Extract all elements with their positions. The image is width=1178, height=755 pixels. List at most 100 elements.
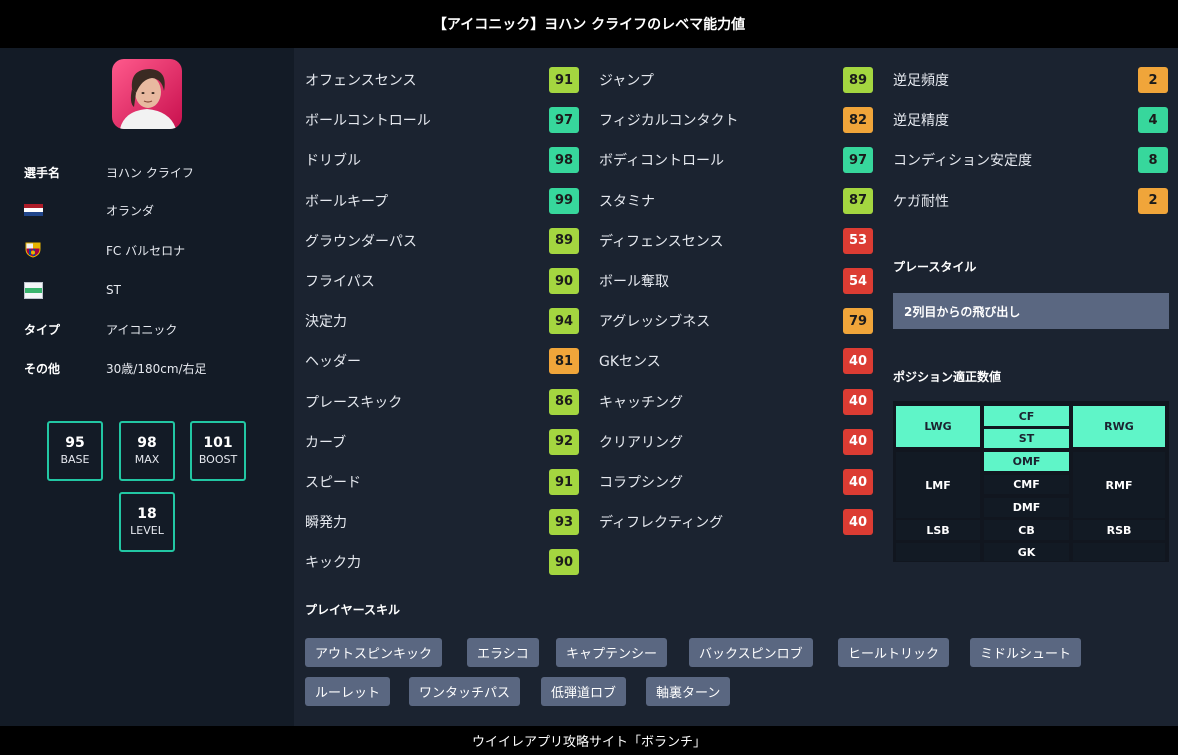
position-cell: GK xyxy=(984,543,1069,561)
player-name: ヨハン クライフ xyxy=(106,165,194,180)
skill-tag: 低弾道ロブ xyxy=(541,677,627,706)
stat-value-badge: 40 xyxy=(843,428,873,455)
stat-row: ボールキープ 99 xyxy=(305,187,579,214)
position-cell: DMF xyxy=(984,498,1069,517)
level-label: LEVEL xyxy=(130,524,164,537)
stat-value-badge: 2 xyxy=(1138,187,1168,214)
max-value: 98 xyxy=(137,435,157,451)
stat-value-badge: 40 xyxy=(843,509,873,536)
stat-value-badge: 4 xyxy=(1138,107,1168,134)
position-cell: RSB xyxy=(1073,520,1165,540)
stat-row: ボディコントロール 97 xyxy=(599,147,873,174)
player-profile-panel: 選手名 ヨハン クライフ オランダ FC バルセロナ ST タイプ アイコニック… xyxy=(0,48,294,726)
stat-row: フライパス 90 xyxy=(305,268,579,294)
stat-row: 逆足精度 4 xyxy=(893,107,1168,134)
stat-name: キャッチング xyxy=(599,394,683,411)
player-name-label: 選手名 xyxy=(24,165,61,180)
player-skills-title: プレイヤースキル xyxy=(305,603,401,617)
stat-value-badge: 40 xyxy=(843,348,873,375)
position-cell: LWG xyxy=(896,406,980,447)
player-avatar xyxy=(112,59,182,129)
stat-row: コンディション安定度 8 xyxy=(893,147,1168,174)
page-header: 【アイコニック】ヨハン クライフのレベマ能力値 xyxy=(0,0,1178,48)
page-title: 【アイコニック】ヨハン クライフのレベマ能力値 xyxy=(432,17,746,33)
stat-name: GKセンス xyxy=(599,354,661,371)
skill-tag: バックスピンロブ xyxy=(689,638,813,667)
base-value: 95 xyxy=(65,435,85,451)
stat-name: フィジカルコンタクト xyxy=(599,113,739,130)
type-label: タイプ xyxy=(24,322,61,337)
stat-value-badge: 89 xyxy=(843,67,873,93)
base-level-box: 95 BASE xyxy=(47,421,103,481)
stat-value-badge: 98 xyxy=(549,147,579,174)
club-row: FC バルセロナ xyxy=(24,240,185,260)
stat-row: キック力 90 xyxy=(305,549,579,576)
stat-name: ディフェンスセンス xyxy=(599,233,724,250)
stat-name: ボディコントロール xyxy=(599,153,725,170)
stat-name: 決定力 xyxy=(305,314,347,331)
stat-row: カーブ 92 xyxy=(305,428,579,455)
level-value: 18 xyxy=(137,506,157,522)
stat-name: カーブ xyxy=(305,434,347,451)
stat-name: 瞬発力 xyxy=(305,515,347,532)
stat-name: ボールキープ xyxy=(305,193,389,210)
nationality-flag-cell xyxy=(24,203,106,217)
max-level-box: 98 MAX xyxy=(119,421,175,481)
stat-value-badge: 87 xyxy=(843,187,873,214)
boost-level-box: 101 BOOST xyxy=(190,421,246,481)
stat-value-badge: 82 xyxy=(843,107,873,134)
stat-name: フライパス xyxy=(305,274,375,290)
stat-name: グラウンダーパス xyxy=(305,233,417,250)
stat-name: ボールコントロール xyxy=(305,113,431,130)
skill-tag: ルーレット xyxy=(305,677,391,706)
skill-tag: キャプテンシー xyxy=(556,638,668,667)
boost-value: 101 xyxy=(203,435,233,451)
position-cell: LMF xyxy=(896,452,980,518)
position-cell: RMF xyxy=(1073,452,1165,518)
stat-row: 瞬発力 93 xyxy=(305,509,579,536)
position-icon-cell xyxy=(24,281,106,299)
position-aptitude-grid: LWG CF ST RWG OMF LMF CMF RMF DMF LSB CB RSB GK xyxy=(893,401,1169,562)
stat-value-badge: 8 xyxy=(1138,147,1168,174)
page-footer: ウイイレアプリ攻略サイト「ボランチ」 xyxy=(0,726,1178,755)
other-row: その他 30歳/180cm/右足 xyxy=(24,358,207,378)
stat-row: ジャンプ 89 xyxy=(599,67,873,93)
stat-name: キック力 xyxy=(305,555,361,572)
stat-value-badge: 97 xyxy=(843,147,873,174)
other-label: その他 xyxy=(24,361,61,376)
stat-name: アグレッシブネス xyxy=(599,314,711,331)
stat-row: 逆足頻度 2 xyxy=(893,67,1168,93)
stat-row: ケガ耐性 2 xyxy=(893,187,1168,214)
position-cell: CF xyxy=(984,406,1069,426)
stat-value-badge: 92 xyxy=(549,428,579,455)
base-label: BASE xyxy=(60,453,90,466)
stat-value-badge: 40 xyxy=(843,388,873,415)
stat-value-badge: 2 xyxy=(1138,67,1168,93)
stat-name: スタミナ xyxy=(599,193,655,210)
stat-value-badge: 93 xyxy=(549,509,579,536)
max-label: MAX xyxy=(134,453,160,466)
player-name-row: 選手名 ヨハン クライフ xyxy=(24,162,194,182)
stat-value-badge: 99 xyxy=(549,187,579,214)
position-cell: ST xyxy=(984,429,1069,448)
stat-row: スタミナ 87 xyxy=(599,187,873,214)
position-cell: LSB xyxy=(896,520,980,540)
boost-label: BOOST xyxy=(198,453,238,466)
nationality: オランダ xyxy=(106,203,155,218)
stat-value-badge: 90 xyxy=(549,549,579,576)
stat-name: ボール奪取 xyxy=(599,274,669,290)
stat-value-badge: 40 xyxy=(843,469,873,495)
stat-value-badge: 89 xyxy=(549,227,579,254)
stat-name: コンディション安定度 xyxy=(893,153,1033,170)
stat-row: アグレッシブネス 79 xyxy=(599,308,873,335)
stat-row: グラウンダーパス 89 xyxy=(305,227,579,254)
stat-value-badge: 86 xyxy=(549,388,579,415)
position-pitch-icon xyxy=(24,281,43,299)
stat-name: ケガ耐性 xyxy=(893,193,949,210)
position-cell xyxy=(1073,543,1165,561)
stat-name: スピード xyxy=(305,475,361,491)
stat-row: スピード 91 xyxy=(305,469,579,495)
skill-tag: アウトスピンキック xyxy=(305,638,443,667)
stat-row: ボールコントロール 97 xyxy=(305,107,579,134)
skill-tag: エラシコ xyxy=(467,638,539,667)
